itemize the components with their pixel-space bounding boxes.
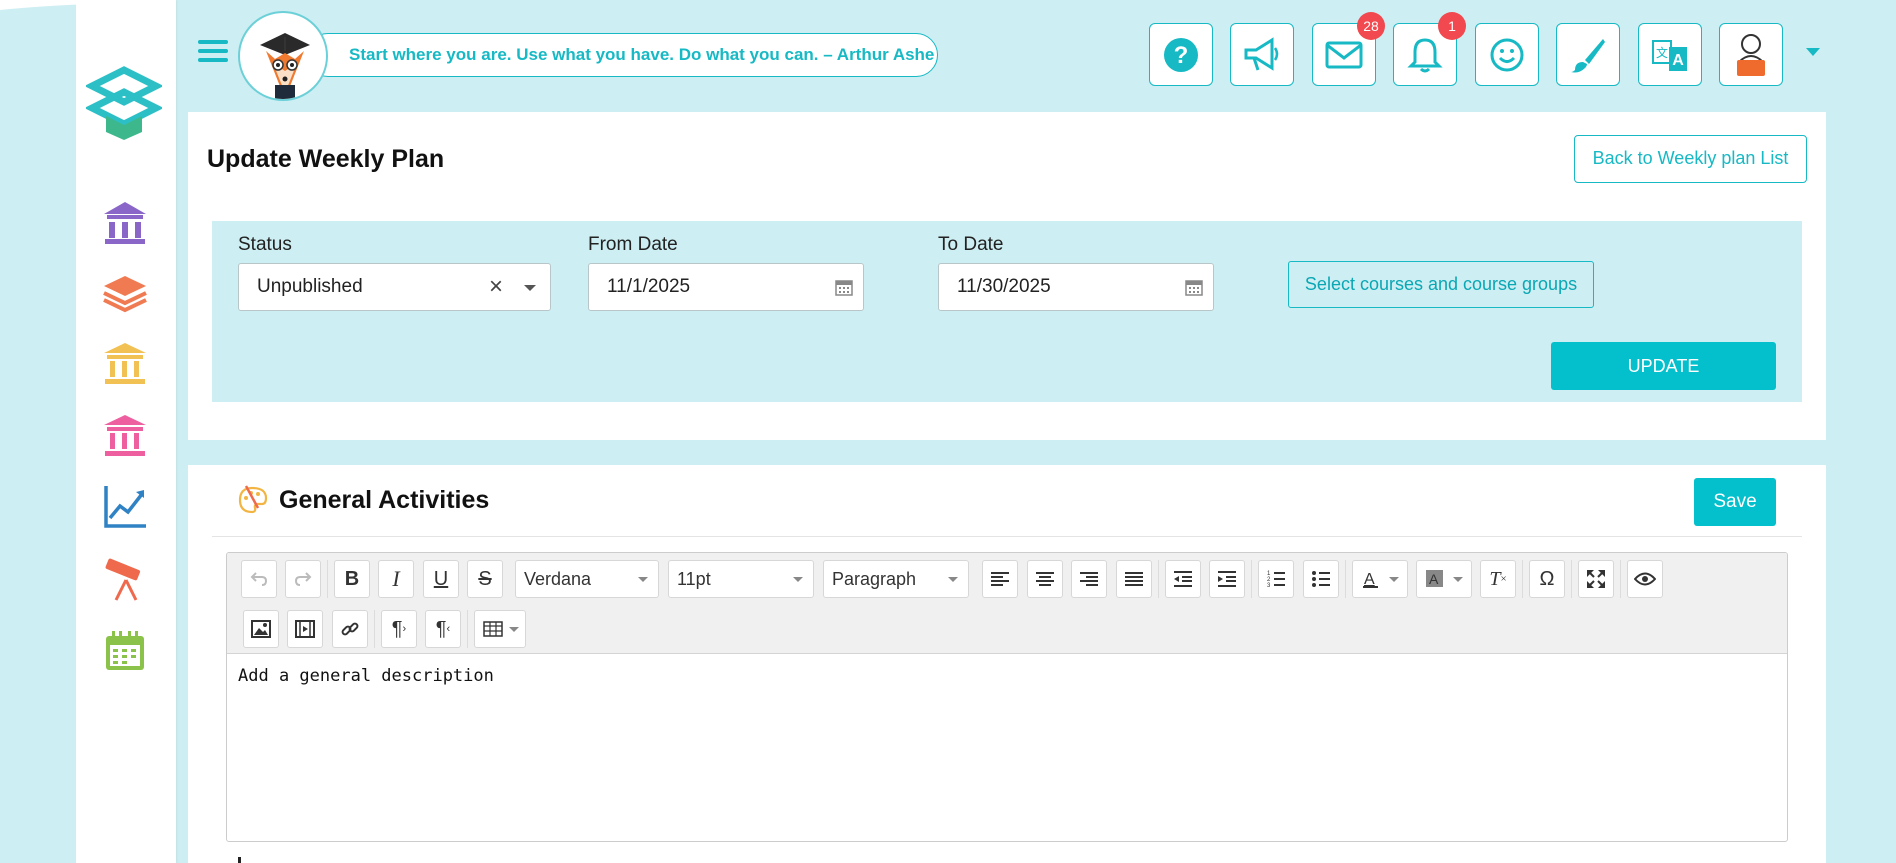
svg-text:文: 文 (1656, 45, 1668, 60)
notifications-button[interactable]: 1 (1393, 12, 1466, 86)
back-to-list-button[interactable]: Back to Weekly plan List (1574, 135, 1807, 183)
hamburger-menu-icon[interactable] (198, 40, 228, 64)
mood-button[interactable] (1475, 23, 1539, 86)
from-date-label: From Date (588, 234, 678, 255)
select-courses-button[interactable]: Select courses and course groups (1288, 261, 1594, 308)
highlight-color-icon[interactable]: A (1416, 560, 1472, 598)
announcement-button[interactable] (1230, 23, 1294, 86)
layers-icon[interactable] (102, 270, 148, 316)
font-family-value: Verdana (524, 568, 592, 589)
undo-icon[interactable] (241, 560, 277, 598)
bold-icon[interactable]: B (334, 560, 370, 598)
svg-text:A: A (1364, 571, 1375, 588)
block-format-select[interactable]: Paragraph (823, 560, 969, 598)
block-format-value: Paragraph (832, 568, 917, 589)
outdent-icon[interactable] (1165, 560, 1201, 598)
special-character-icon[interactable]: Ω (1529, 560, 1565, 598)
to-date-value: 11/30/2025 (957, 276, 1051, 297)
insert-image-icon[interactable] (243, 610, 279, 648)
preview-eye-icon[interactable] (1627, 560, 1663, 598)
align-right-icon[interactable] (1071, 560, 1107, 598)
redo-icon[interactable] (285, 560, 321, 598)
align-left-icon[interactable] (982, 560, 1018, 598)
translate-icon: 文A (1652, 39, 1687, 71)
svg-text:3: 3 (1267, 583, 1271, 588)
svg-text:?: ? (1174, 42, 1189, 69)
calendar-icon[interactable] (102, 628, 148, 674)
rtl-direction-icon[interactable]: ¶ ‹ (425, 610, 461, 648)
rich-text-editor[interactable]: B I U S Verdana 11pt Paragraph 1 2 3 A A… (226, 552, 1788, 842)
announcement-icon (1244, 36, 1279, 71)
smiley-icon (1490, 38, 1524, 71)
chart-icon[interactable] (102, 484, 148, 530)
font-size-value: 11pt (677, 568, 711, 589)
editor-content[interactable]: Add a general description (238, 666, 494, 686)
to-date-field[interactable]: 11/30/2025 (938, 263, 1214, 311)
app-logo (86, 66, 162, 140)
fox-mascot-avatar[interactable] (238, 11, 328, 101)
font-family-select[interactable]: Verdana (515, 560, 659, 598)
bell-icon (1407, 37, 1443, 72)
profile-icon (1737, 33, 1765, 76)
language-button[interactable]: 文A (1638, 23, 1702, 86)
insert-table-icon[interactable] (474, 610, 526, 648)
fullscreen-icon[interactable] (1578, 560, 1614, 598)
school-icon[interactable] (102, 200, 148, 246)
telescope-icon[interactable] (102, 556, 148, 602)
quote-banner: Start where you are. Use what you have. … (306, 33, 938, 77)
section-title: General Activities (279, 486, 490, 514)
status-label: Status (238, 234, 292, 255)
ltr-direction-icon[interactable]: ¶ › (381, 610, 417, 648)
strikethrough-icon[interactable]: S (467, 560, 503, 598)
mail-badge: 28 (1357, 12, 1385, 40)
profile-dropdown-caret[interactable] (1806, 48, 1820, 56)
next-section-hint (238, 857, 241, 863)
text-color-icon[interactable]: A (1352, 560, 1408, 598)
status-value: Unpublished (257, 276, 363, 297)
clear-status-icon[interactable]: × (489, 264, 503, 310)
brush-icon (1571, 38, 1605, 72)
theme-button[interactable] (1556, 23, 1620, 86)
calendar-picker-icon[interactable] (1185, 278, 1203, 296)
numbered-list-icon[interactable]: 123 (1258, 560, 1294, 598)
insert-media-icon[interactable] (287, 610, 323, 648)
insert-link-icon[interactable] (332, 610, 368, 648)
update-button[interactable]: UPDATE (1551, 342, 1776, 390)
palette-icon (238, 485, 268, 514)
svg-text:A: A (1672, 52, 1684, 69)
svg-text:A: A (1429, 571, 1439, 587)
indent-icon[interactable] (1209, 560, 1245, 598)
fox-mascot-icon (260, 33, 310, 99)
help-icon: ? (1164, 37, 1198, 72)
status-select[interactable]: Unpublished × (238, 263, 551, 311)
mail-icon (1325, 41, 1363, 68)
section-divider (212, 536, 1802, 537)
bullet-list-icon[interactable] (1303, 560, 1339, 598)
clear-formatting-icon[interactable]: T × (1480, 560, 1516, 598)
italic-icon[interactable]: I (378, 560, 414, 598)
align-justify-icon[interactable] (1116, 560, 1152, 598)
save-button[interactable]: Save (1694, 478, 1776, 526)
page-title: Update Weekly Plan (207, 145, 445, 173)
font-size-select[interactable]: 11pt (668, 560, 814, 598)
chevron-down-icon[interactable] (524, 285, 536, 291)
institution-icon[interactable] (102, 340, 148, 386)
help-button[interactable]: ? (1149, 23, 1213, 86)
from-date-value: 11/1/2025 (607, 276, 691, 297)
to-date-label: To Date (938, 234, 1004, 255)
mail-button[interactable]: 28 (1312, 12, 1385, 86)
museum-icon[interactable] (102, 412, 148, 458)
bell-badge: 1 (1438, 12, 1466, 40)
calendar-picker-icon[interactable] (835, 278, 853, 296)
align-center-icon[interactable] (1027, 560, 1063, 598)
editor-toolbar: B I U S Verdana 11pt Paragraph 1 2 3 A A… (227, 553, 1787, 654)
quote-text: Start where you are. Use what you have. … (349, 45, 935, 64)
from-date-field[interactable]: 11/1/2025 (588, 263, 864, 311)
underline-icon[interactable]: U (423, 560, 459, 598)
profile-button[interactable] (1719, 23, 1783, 86)
